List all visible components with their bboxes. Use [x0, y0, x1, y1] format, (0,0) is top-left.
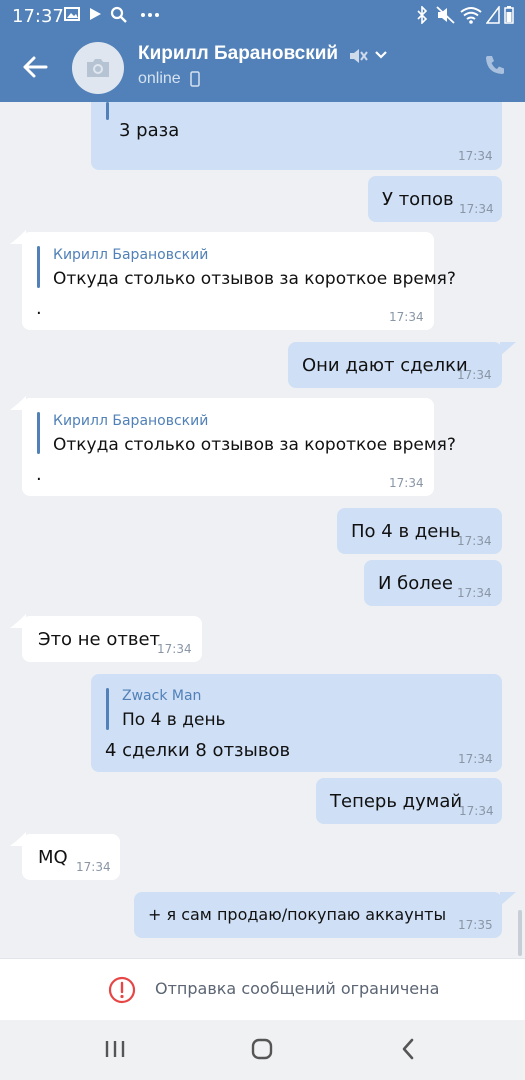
- muted-icon: [350, 49, 368, 63]
- message-incoming[interactable]: Кирилл Барановский Откуда столько отзыво…: [22, 232, 456, 330]
- chat-title[interactable]: Кирилл Барановский: [138, 43, 338, 65]
- reply-bar: [106, 102, 109, 120]
- home-icon[interactable]: [250, 1036, 274, 1062]
- wifi-icon: [460, 7, 482, 24]
- search-icon: [110, 6, 127, 23]
- message-outgoing[interactable]: По 4 в день 17:34: [337, 508, 502, 554]
- camera-icon: [87, 59, 109, 77]
- status-bar: 17:37: [0, 0, 525, 34]
- mute-icon: [436, 6, 455, 24]
- restriction-text: Отправка сообщений ограничена: [155, 979, 440, 998]
- signal-icon: [486, 6, 500, 24]
- bluetooth-icon: [417, 6, 428, 24]
- message-outgoing[interactable]: Zwack Man По 4 в день 4 сделки 8 отзывов…: [91, 674, 502, 772]
- message-incoming[interactable]: Кирилл Барановский Откуда столько отзыво…: [22, 398, 456, 496]
- reply-bar: [37, 246, 40, 288]
- message-outgoing[interactable]: Они дают сделки 17:34: [288, 342, 502, 388]
- reply-bar: [106, 688, 109, 730]
- online-status: online: [138, 70, 181, 87]
- back-arrow-icon[interactable]: [20, 52, 50, 82]
- message-outgoing[interactable]: 3 раза 17:34: [91, 102, 502, 170]
- image-icon: [64, 7, 80, 21]
- bubble-tail: [500, 892, 516, 906]
- message-list[interactable]: 3 раза 17:34 У топов 17:34 Кирилл Барано…: [0, 102, 525, 958]
- message-outgoing[interactable]: У топов 17:34: [368, 176, 502, 222]
- message-outgoing[interactable]: + я сам продаю/покупаю аккаунты 17:35: [134, 892, 502, 938]
- chevron-down-icon[interactable]: [374, 50, 388, 60]
- more-dots-icon: [141, 13, 159, 17]
- bubble-tail: [500, 342, 516, 356]
- message-incoming[interactable]: MQ 17:34: [22, 834, 120, 880]
- message-restriction-bar: Отправка сообщений ограничена: [0, 958, 525, 1020]
- message-outgoing[interactable]: Теперь думай 17:34: [316, 778, 502, 824]
- warning-icon: [108, 976, 136, 1004]
- reply-bar: [37, 412, 40, 454]
- top-bar: 17:37 Кирилл Барановский online: [0, 0, 525, 102]
- message-incoming[interactable]: Это не ответ 17:34: [22, 616, 202, 662]
- back-icon[interactable]: [398, 1036, 418, 1062]
- message-outgoing[interactable]: И более 17:34: [364, 560, 502, 606]
- system-nav-bar: [0, 1020, 525, 1080]
- scrollbar[interactable]: [518, 910, 522, 956]
- status-time: 17:37: [12, 6, 64, 27]
- play-icon: [90, 8, 101, 20]
- avatar[interactable]: [72, 42, 124, 94]
- recents-icon[interactable]: [104, 1036, 126, 1062]
- mobile-icon: [190, 71, 200, 87]
- battery-icon: [504, 6, 514, 24]
- phone-icon[interactable]: [484, 54, 506, 76]
